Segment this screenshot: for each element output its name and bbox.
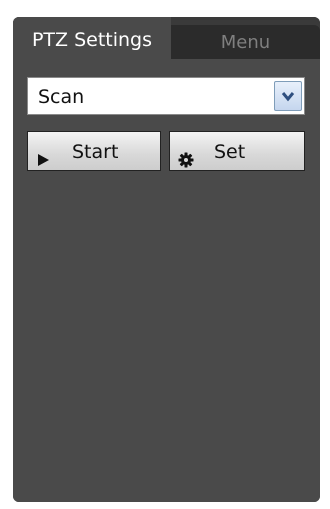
gear-icon (178, 142, 194, 168)
tab-menu[interactable]: Menu (171, 25, 320, 59)
start-button[interactable]: Start (27, 131, 161, 171)
select-value: Scan (38, 86, 85, 108)
tab-ptz-settings[interactable]: PTZ Settings (13, 17, 171, 59)
set-button-label: Set (214, 141, 246, 163)
ptz-panel: PTZ Settings Menu Scan Start Set (13, 17, 320, 502)
start-button-label: Start (72, 141, 119, 163)
ptz-content: Scan Start Set (13, 59, 320, 502)
ptz-function-select[interactable]: Scan (27, 77, 305, 115)
set-button[interactable]: Set (169, 131, 305, 171)
tab-bar: PTZ Settings Menu (13, 17, 320, 59)
chevron-down-icon[interactable] (274, 81, 302, 111)
play-icon (36, 142, 52, 166)
